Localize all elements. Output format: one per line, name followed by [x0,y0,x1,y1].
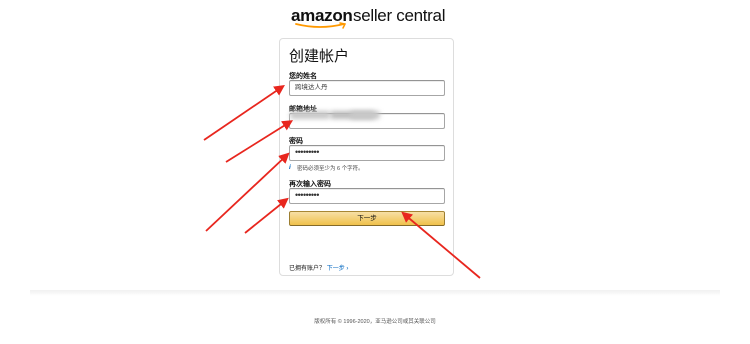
amazon-seller-central-logo: amazon seller central [291,6,451,30]
page-title: 创建帐户 [289,48,350,65]
signin-prompt: 已拥有账户？ 下一步 › [289,263,348,272]
caret-right-icon: › [346,266,349,272]
signin-prompt-text: 已拥有账户？ [289,266,326,272]
name-input[interactable]: 跨境达人丹 [289,80,445,96]
signin-link[interactable]: 下一步 [327,266,345,272]
logo-product: seller central [353,6,446,25]
arrow-to-password [205,152,290,232]
password-input[interactable]: ••••••••• [289,145,445,161]
arrow-to-name [203,84,285,141]
copyright-footer: 版权所有 © 1996-2020，亚马逊公司或其关联公司 [314,319,436,325]
amazon-smile-icon [295,22,347,29]
confirm-password-input[interactable]: ••••••••• [289,188,445,204]
password-hint-text: 密码必须至少为 6 个字符。 [297,166,364,172]
create-account-card: 创建帐户 您的姓名 跨境达人丹 邮箱地址 密码 ••••••••• i 密码必须… [279,38,454,276]
footer-divider [30,290,720,296]
info-icon: i [289,164,291,171]
password-hint: i 密码必须至少为 6 个字符。 [289,164,364,172]
redacted-email [20,111,380,119]
next-button[interactable]: 下一步 [289,211,445,226]
